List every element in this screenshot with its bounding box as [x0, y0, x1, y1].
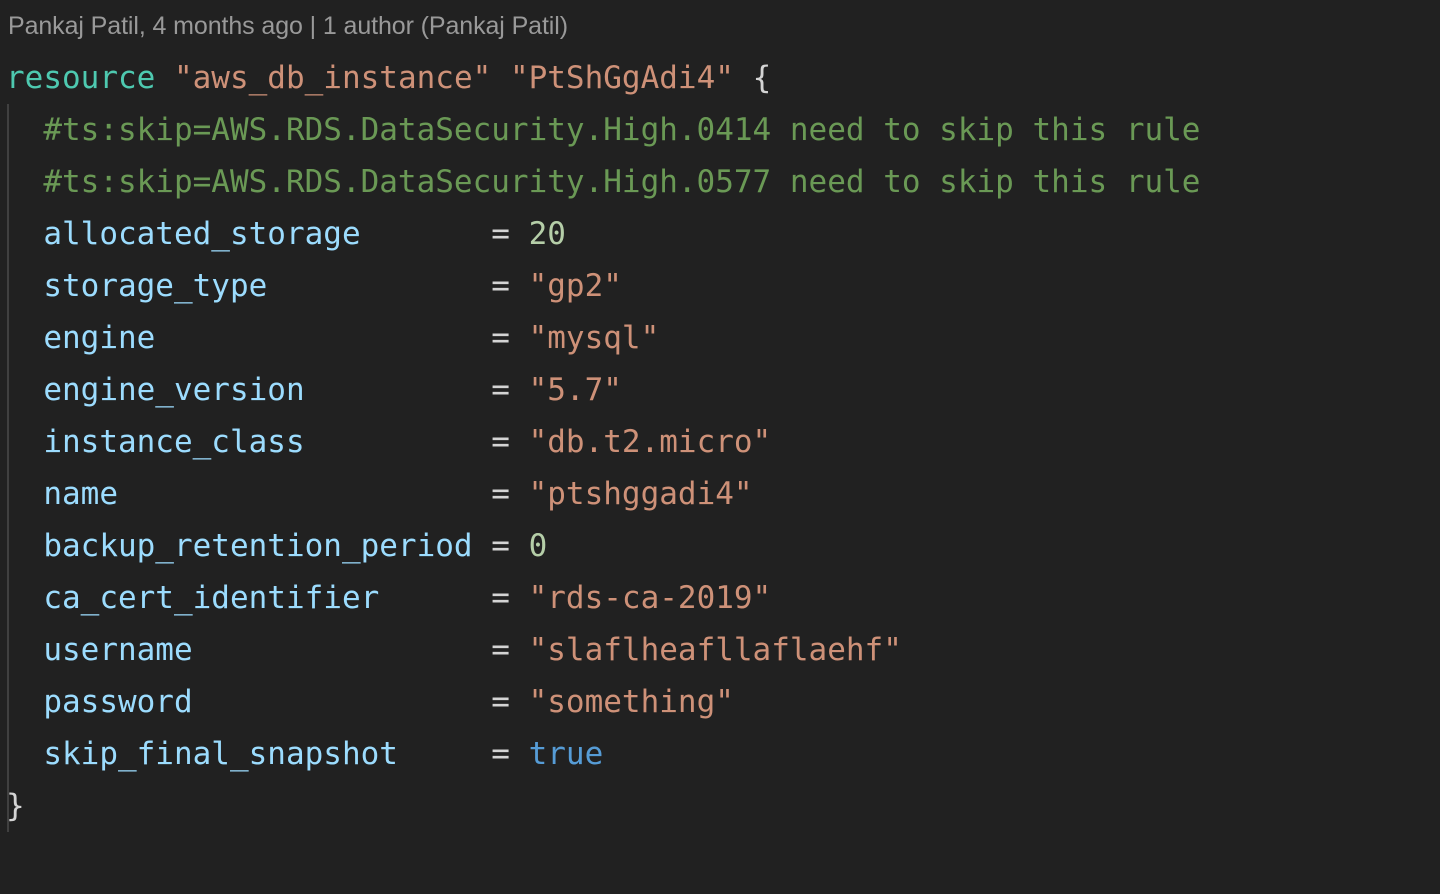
- token-bool: true: [528, 736, 604, 772]
- token-string: "gp2": [528, 268, 622, 304]
- token-string: "aws_db_instance": [173, 60, 492, 96]
- token-string: "db.t2.micro": [528, 424, 772, 460]
- code-line-text: allocated_storage = 20: [0, 208, 566, 260]
- code-line[interactable]: skip_final_snapshot = true: [0, 728, 1440, 780]
- token-op: =: [192, 632, 529, 668]
- code-line[interactable]: engine_version = "5.7": [0, 364, 1440, 416]
- token-op: =: [304, 372, 529, 408]
- token-op: =: [397, 736, 529, 772]
- token-attr: engine: [43, 320, 156, 356]
- code-line[interactable]: allocated_storage = 20: [0, 208, 1440, 260]
- token-number: 20: [528, 216, 566, 252]
- code-line[interactable]: #ts:skip=AWS.RDS.DataSecurity.High.0414 …: [0, 104, 1440, 156]
- code-line-text: #ts:skip=AWS.RDS.DataSecurity.High.0577 …: [0, 156, 1200, 208]
- token-op: =: [117, 476, 529, 512]
- token-string: "something": [528, 684, 734, 720]
- git-blame-text: Pankaj Patil, 4 months ago | 1 author (P…: [8, 11, 568, 40]
- token-op: =: [472, 528, 529, 564]
- code-line-text: storage_type = "gp2": [0, 260, 622, 312]
- code-line[interactable]: resource "aws_db_instance" "PtShGgAdi4" …: [0, 52, 1440, 104]
- token-string: "5.7": [528, 372, 622, 408]
- code-line[interactable]: }: [0, 780, 1440, 832]
- token-number: 0: [528, 528, 548, 564]
- code-line[interactable]: name = "ptshggadi4": [0, 468, 1440, 520]
- token-op: =: [379, 580, 529, 616]
- token-string: "PtShGgAdi4": [509, 60, 734, 96]
- token-attr: instance_class: [43, 424, 305, 460]
- code-line-text: ca_cert_identifier = "rds-ca-2019": [0, 572, 771, 624]
- token-op: =: [267, 268, 529, 304]
- token-attr: password: [43, 684, 193, 720]
- token-op: =: [192, 684, 529, 720]
- token-keyword: resource: [6, 60, 156, 96]
- token-string: "rds-ca-2019": [528, 580, 772, 616]
- token-string: "slaflheafllaflaehf": [528, 632, 902, 668]
- code-line-text: name = "ptshggadi4": [0, 468, 753, 520]
- git-blame-annotation[interactable]: Pankaj Patil, 4 months ago | 1 author (P…: [0, 0, 1440, 52]
- token-attr: allocated_storage: [43, 216, 361, 252]
- token-string: "ptshggadi4": [528, 476, 753, 512]
- token-attr: skip_final_snapshot: [43, 736, 398, 772]
- code-line-text: engine = "mysql": [0, 312, 659, 364]
- token-attr: username: [43, 632, 193, 668]
- code-line[interactable]: #ts:skip=AWS.RDS.DataSecurity.High.0577 …: [0, 156, 1440, 208]
- code-line-text: instance_class = "db.t2.micro": [0, 416, 771, 468]
- code-line[interactable]: password = "something": [0, 676, 1440, 728]
- code-editor-pane[interactable]: Pankaj Patil, 4 months ago | 1 author (P…: [0, 0, 1440, 894]
- code-line-text: #ts:skip=AWS.RDS.DataSecurity.High.0414 …: [0, 104, 1200, 156]
- token-op: =: [304, 424, 529, 460]
- token-attr: ca_cert_identifier: [43, 580, 380, 616]
- code-line[interactable]: ca_cert_identifier = "rds-ca-2019": [0, 572, 1440, 624]
- token-attr: engine_version: [43, 372, 305, 408]
- code-line-text: skip_final_snapshot = true: [0, 728, 603, 780]
- token-string: "mysql": [528, 320, 660, 356]
- token-comment: #ts:skip=AWS.RDS.DataSecurity.High.0577 …: [43, 164, 1201, 200]
- code-line[interactable]: engine = "mysql": [0, 312, 1440, 364]
- code-line[interactable]: instance_class = "db.t2.micro": [0, 416, 1440, 468]
- code-line[interactable]: storage_type = "gp2": [0, 260, 1440, 312]
- token-op: =: [155, 320, 529, 356]
- code-content[interactable]: resource "aws_db_instance" "PtShGgAdi4" …: [0, 52, 1440, 832]
- token-comment: #ts:skip=AWS.RDS.DataSecurity.High.0414 …: [43, 112, 1201, 148]
- code-line-text: password = "something": [0, 676, 734, 728]
- code-line[interactable]: backup_retention_period = 0: [0, 520, 1440, 572]
- code-line[interactable]: username = "slaflheafllaflaehf": [0, 624, 1440, 676]
- token-punct: {: [752, 60, 772, 96]
- token-op: =: [360, 216, 529, 252]
- code-line-text: backup_retention_period = 0: [0, 520, 547, 572]
- token-attr: backup_retention_period: [43, 528, 473, 564]
- token-attr: storage_type: [43, 268, 268, 304]
- code-line-text: }: [0, 780, 25, 832]
- code-line-text: username = "slaflheafllaflaehf": [0, 624, 902, 676]
- token-attr: name: [43, 476, 118, 512]
- code-line-text: engine_version = "5.7": [0, 364, 622, 416]
- token-punct: }: [6, 788, 25, 824]
- code-line-text: resource "aws_db_instance" "PtShGgAdi4" …: [0, 52, 771, 104]
